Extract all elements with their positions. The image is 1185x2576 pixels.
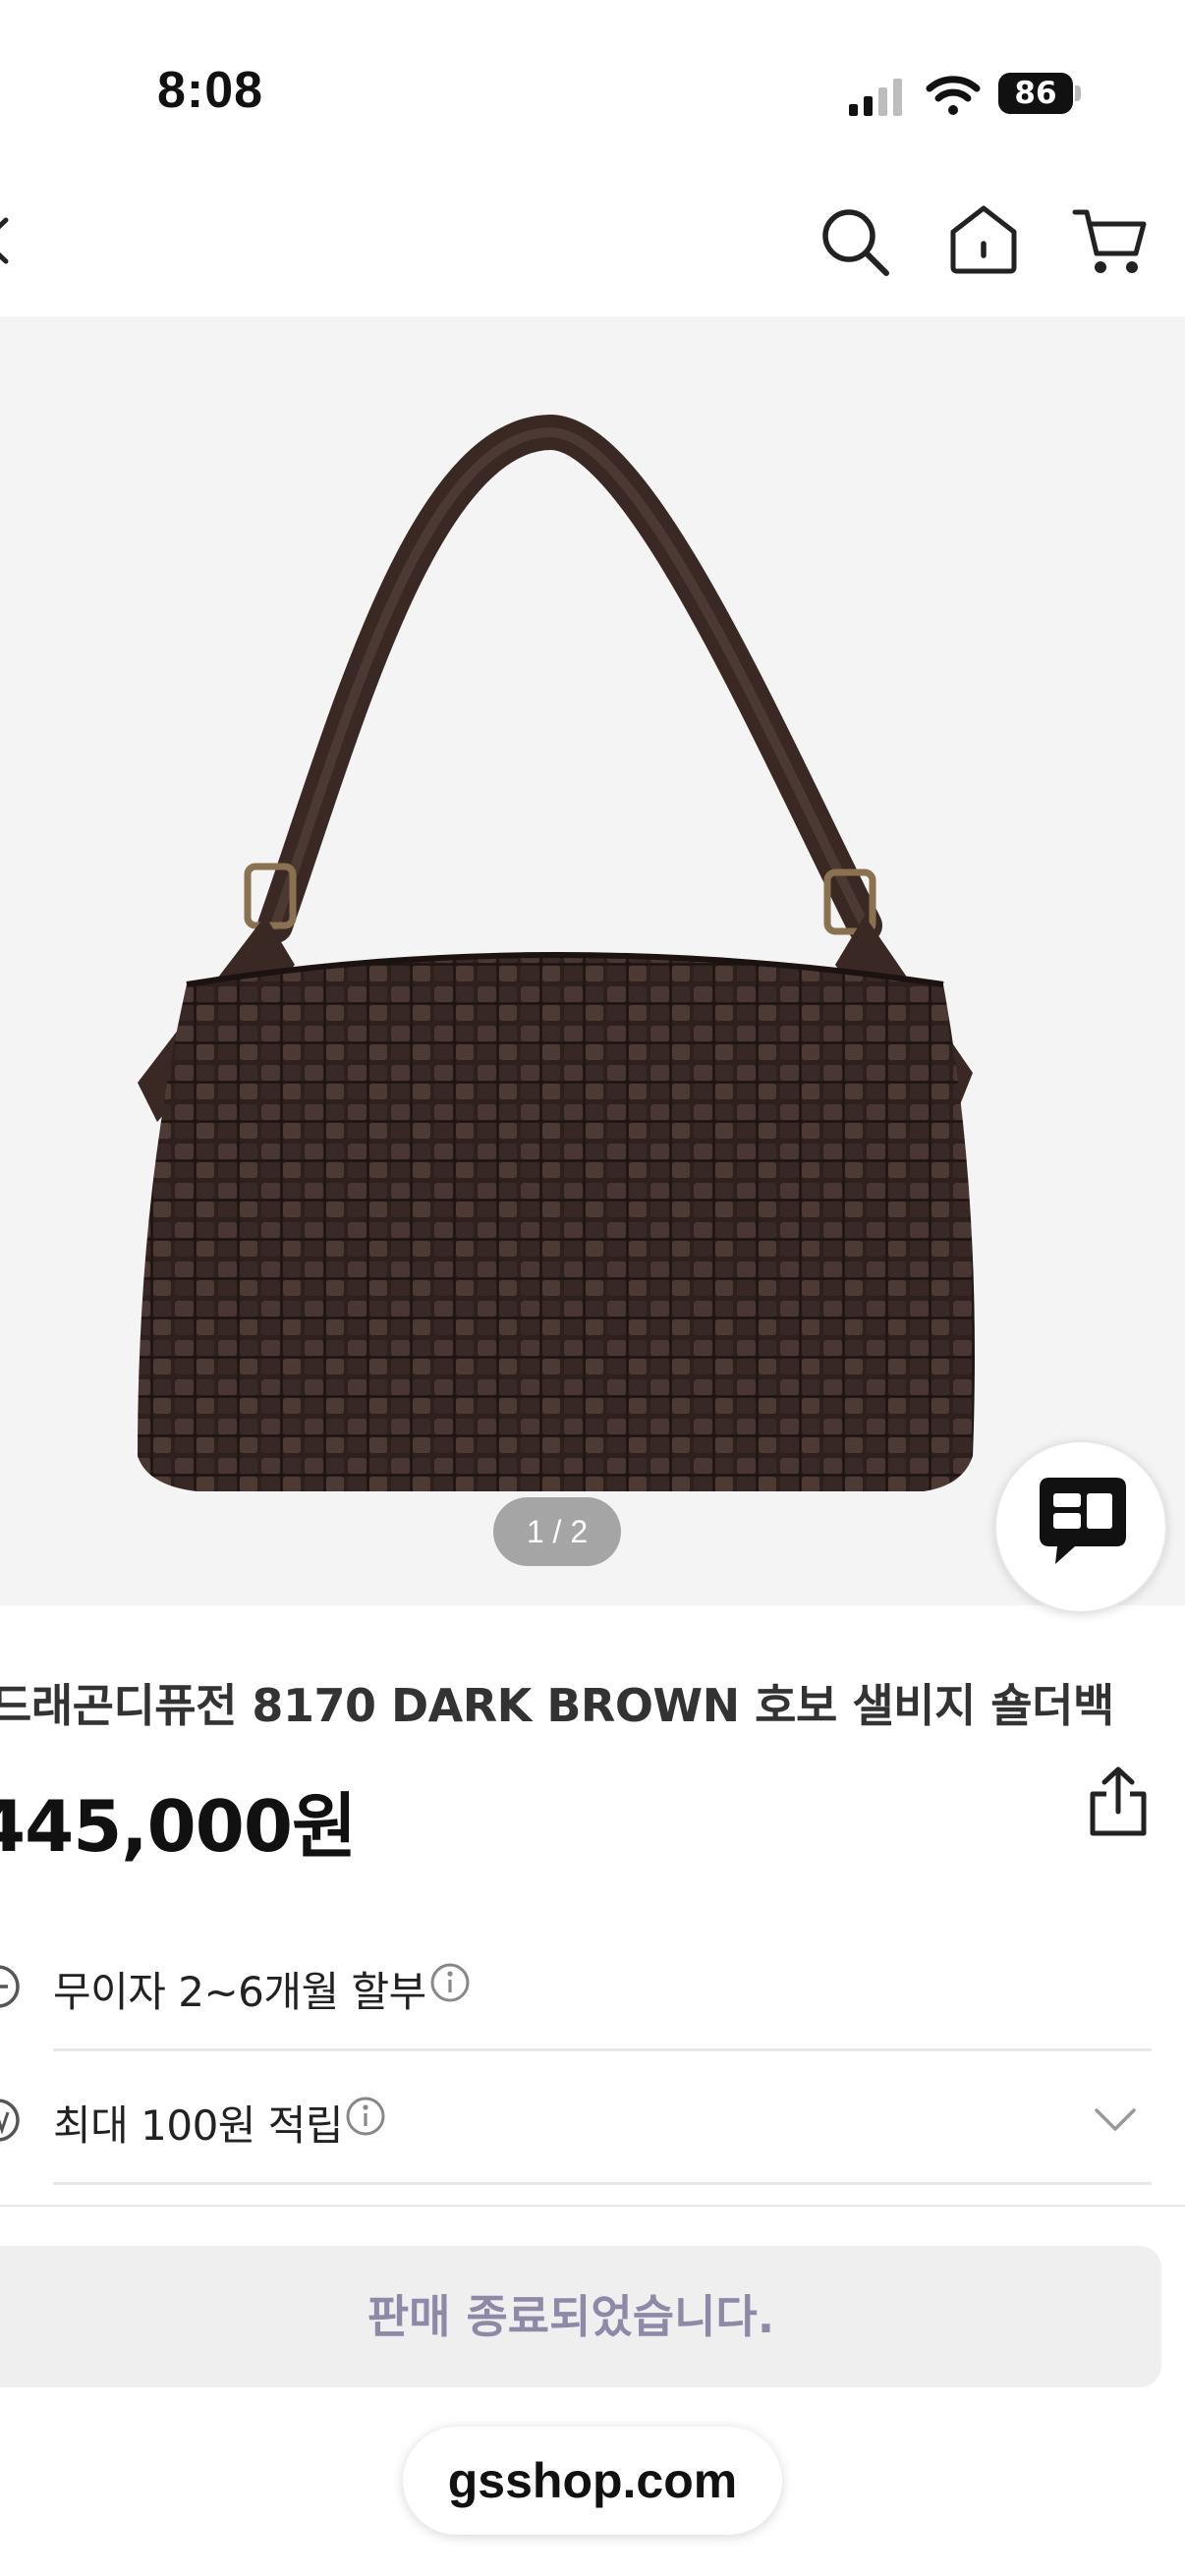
status-time: 8:08 [157,62,264,119]
status-bar: 8:08 86 [0,0,1185,187]
chevron-down-icon[interactable] [1093,2102,1138,2136]
points-icon [0,2099,20,2142]
search-icon[interactable] [818,204,892,279]
product-price: 445,000원 [0,1785,357,1868]
wifi-icon [926,76,981,115]
divider [53,2182,1152,2185]
share-icon[interactable] [1085,1764,1152,1839]
info-icon[interactable] [428,1961,472,2004]
signal-icon [849,79,902,116]
battery-level: 86 [1014,76,1057,111]
battery-cap [1075,85,1081,101]
url-bar[interactable]: gsshop.com [403,2427,782,2535]
benefit-row-installment[interactable]: 무이자 2~6개월 할부 [0,1918,1185,2051]
chat-bubble-icon [1040,1478,1126,1564]
bag-illustration [138,414,975,1491]
sold-out-button[interactable]: 판매 종료되었습니다. [0,2246,1161,2387]
product-image[interactable] [0,316,1185,1605]
benefit-label: 무이자 2~6개월 할부 [53,1968,426,2016]
home-icon[interactable] [947,202,1020,277]
chat-button[interactable] [994,1440,1167,1613]
installment-icon [0,1965,20,2008]
benefit-label: 최대 100원 적립 [53,2101,344,2150]
image-counter: 1 / 2 [493,1497,621,1566]
battery-icon: 86 [998,73,1081,114]
back-icon[interactable] [0,206,10,275]
benefit-row-points[interactable]: 최대 100원 적립 [0,2051,1185,2185]
cart-icon[interactable] [1071,202,1148,279]
product-title: 드래곤디퓨전 8170 DARK BROWN 호보 샐비지 숄더백 [0,1679,1114,1732]
info-icon[interactable] [344,2095,387,2138]
